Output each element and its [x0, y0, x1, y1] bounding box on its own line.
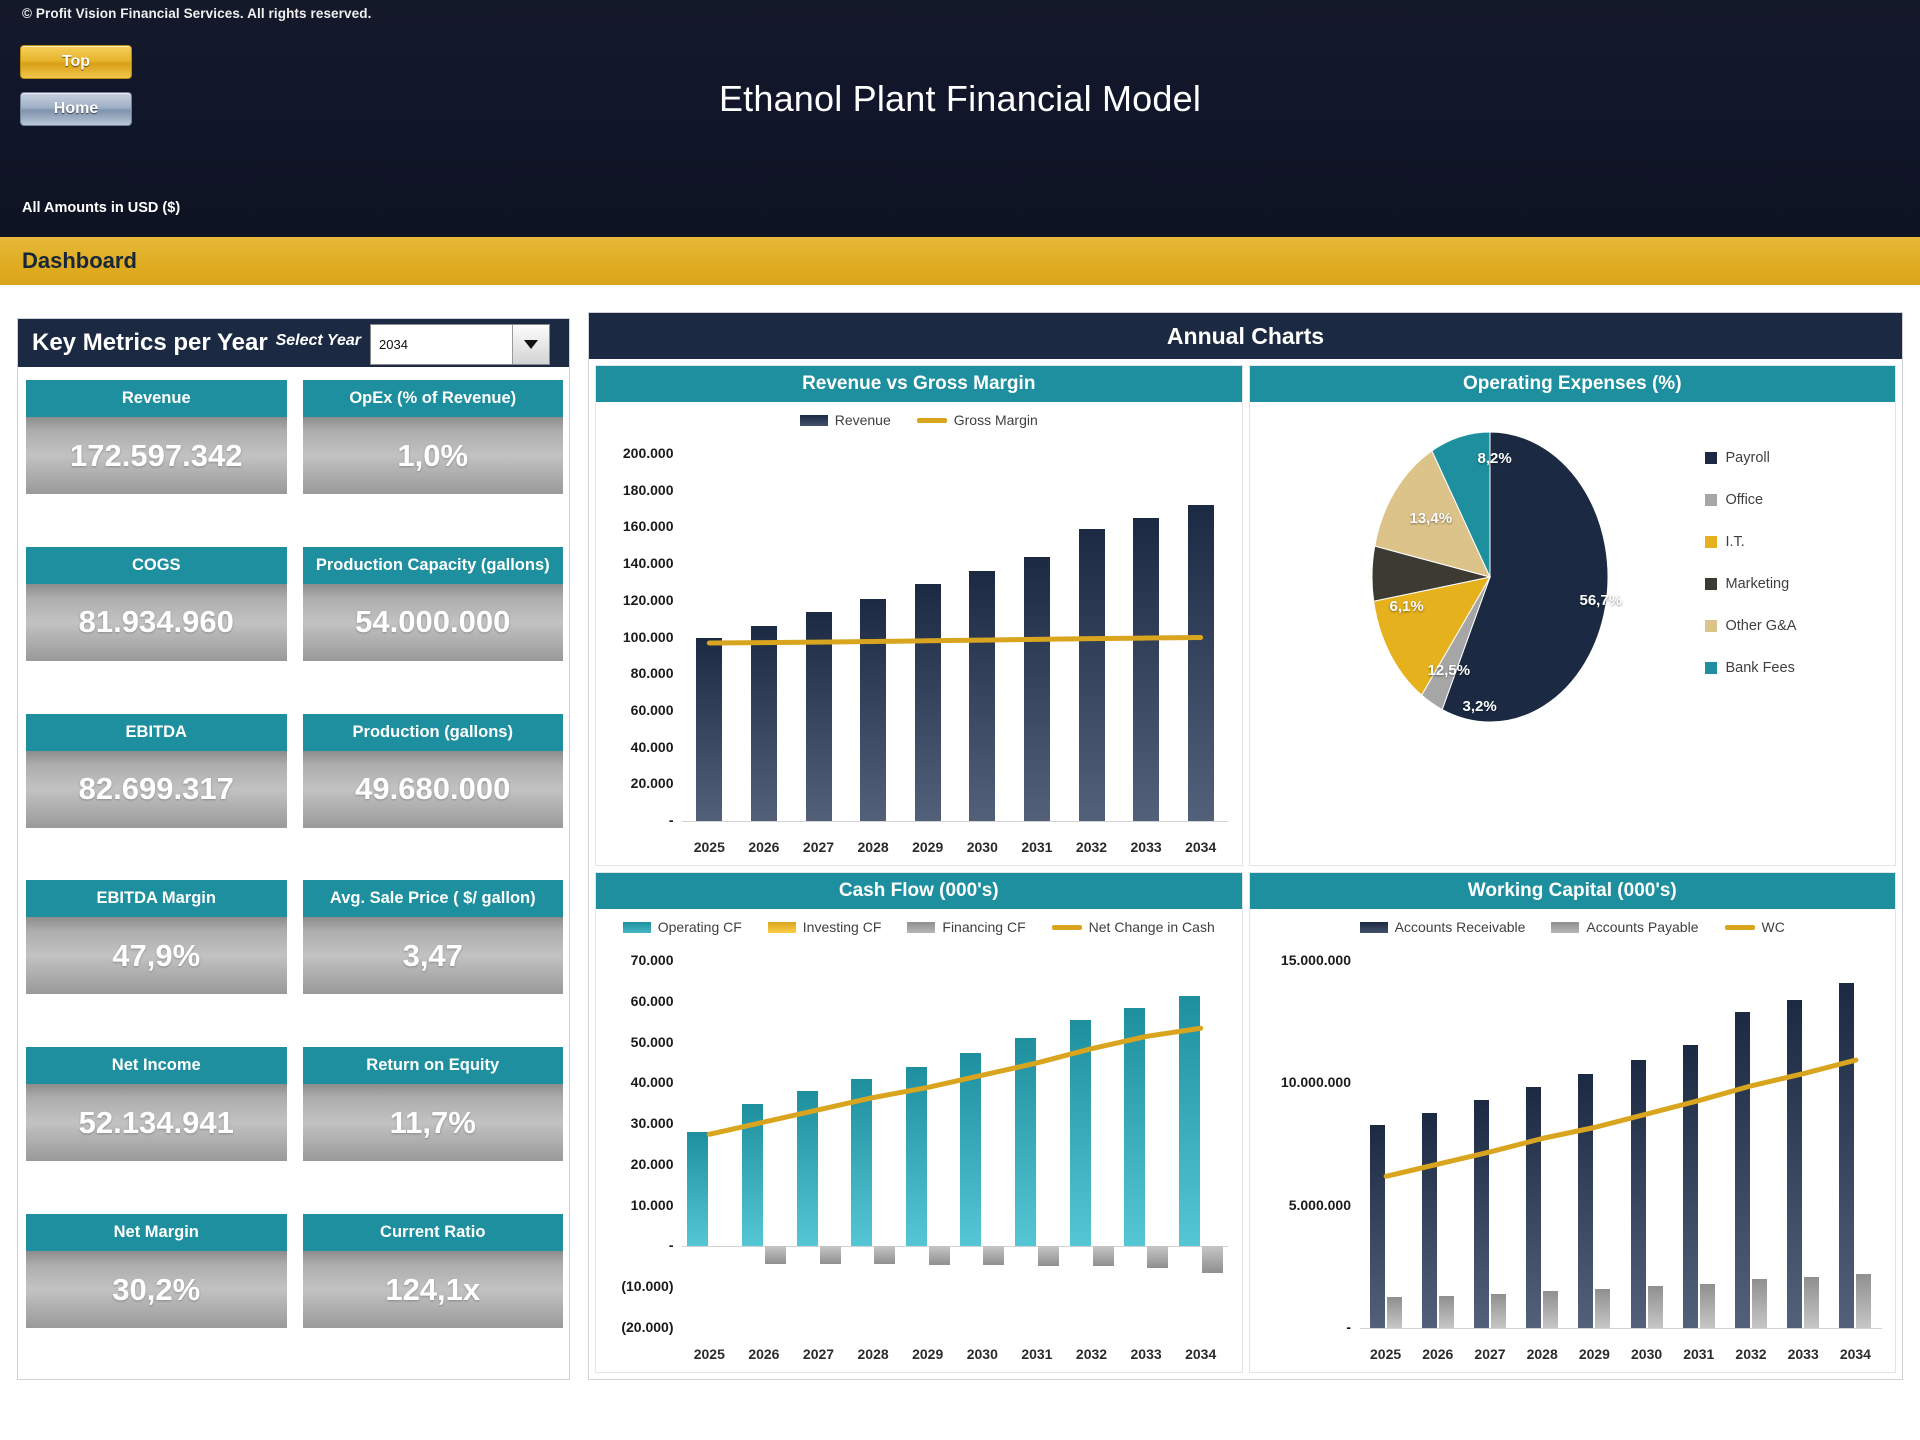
top-button[interactable]: Top [20, 45, 132, 79]
kpi-value: 81.934.960 [26, 583, 287, 661]
select-year-label: Select Year [275, 332, 361, 349]
chart-working-capital: Working Capital (000's) Accounts Receiva… [1248, 872, 1896, 1373]
chart-operating-expenses: Operating Expenses (%) 56,7% 3,2% 12,5% 6,1… [1248, 365, 1896, 866]
legend-label: Marketing [1725, 576, 1790, 592]
legend-label: Payroll [1725, 450, 1770, 466]
kpi-value: 3,47 [302, 917, 563, 995]
annual-charts-panel: Annual Charts Revenue vs Gross Margin Re… [588, 312, 1903, 1380]
chart-cash-flow: Cash Flow (000's) Operating CF Investing … [595, 872, 1243, 1373]
pie-value-label: 8,2% [1477, 450, 1512, 467]
kpi-value: 30,2% [26, 1251, 287, 1329]
chevron-down-icon[interactable] [512, 325, 549, 364]
app-header: © Profit Vision Financial Services. All … [0, 0, 1920, 237]
charts-grid: Revenue vs Gross Margin Revenue Gross Mar… [589, 359, 1902, 1379]
page-title: Ethanol Plant Financial Model [718, 78, 1202, 119]
legend-item[interactable]: Payroll [1704, 450, 1797, 466]
legend-item[interactable]: Office [1704, 492, 1797, 508]
chart-line-series [706, 635, 1204, 646]
chart-plot-area[interactable]: Revenue Gross Margin 200.000 180.000 160.000… [596, 402, 1242, 865]
legend-label: Office [1725, 492, 1764, 508]
legend-color-swatch [1704, 662, 1717, 674]
kpi-value: 172.597.342 [26, 417, 287, 494]
pie-value-label: 56,7% [1579, 592, 1623, 609]
kpi-card: EBITDA 82.699.317 [26, 706, 287, 873]
kpi-label: Net Margin [26, 1214, 287, 1252]
legend-color-swatch [1704, 620, 1717, 632]
chart-line-series [1383, 1057, 1858, 1179]
kpi-value: 49.680.000 [302, 750, 563, 828]
legend-color-swatch [1704, 494, 1717, 506]
currency-note: All Amounts in USD ($) [22, 200, 181, 216]
kpi-label: Revenue [26, 380, 287, 417]
copyright-text: © Profit Vision Financial Services. All … [22, 6, 372, 21]
key-metrics-grid: Revenue 172.597.342 OpEx (% of Revenue) 1,0… [18, 367, 571, 1381]
pie-value-label: 6,1% [1389, 598, 1424, 615]
legend-label: Bank Fees [1725, 660, 1795, 676]
key-metrics-header: Key Metrics per Year Select Year 2034 [18, 319, 569, 367]
kpi-label: Production (gallons) [302, 713, 563, 751]
kpi-value: 47,9% [26, 917, 287, 995]
pie-value-label: 13,4% [1409, 510, 1453, 527]
kpi-label: EBITDA Margin [26, 880, 287, 918]
kpi-label: Production Capacity (gallons) [302, 546, 563, 584]
dashboard-label: Dashboard [22, 248, 137, 273]
year-select-value: 2034 [379, 337, 408, 352]
key-metrics-panel: Key Metrics per Year Select Year 2034 Re… [17, 318, 570, 1380]
kpi-label: Avg. Sale Price ( $/ gallon) [302, 880, 563, 918]
kpi-value: 52.134.941 [26, 1084, 287, 1162]
kpi-label: COGS [26, 546, 287, 584]
pie-value-label: 3,2% [1462, 698, 1497, 715]
kpi-value: 54.000.000 [302, 583, 563, 661]
kpi-value: 11,7% [302, 1084, 563, 1162]
annual-charts-title: Annual Charts [589, 313, 1902, 359]
kpi-card: Return on Equity 11,7% [302, 1039, 563, 1206]
legend-color-swatch [1704, 452, 1717, 464]
kpi-card: Net Income 52.134.941 [26, 1039, 287, 1206]
kpi-label: Net Income [26, 1047, 287, 1085]
legend-item[interactable]: Bank Fees [1704, 660, 1797, 676]
kpi-value: 1,0% [302, 417, 563, 494]
chart-title: Revenue vs Gross Margin [596, 366, 1242, 402]
kpi-card: Net Margin 30,2% [26, 1206, 287, 1373]
kpi-card: Production Capacity (gallons) 54.000.000 [302, 539, 563, 706]
kpi-card: Production (gallons) 49.680.000 [302, 706, 563, 873]
dashboard-title-bar: Dashboard [0, 237, 1920, 285]
kpi-value: 82.699.317 [26, 750, 287, 828]
kpi-label: OpEx (% of Revenue) [302, 380, 563, 417]
pie-value-label: 12,5% [1427, 662, 1471, 679]
chart-line-series [706, 1025, 1204, 1137]
kpi-card: COGS 81.934.960 [26, 539, 287, 706]
kpi-label: Current Ratio [302, 1214, 563, 1252]
key-metrics-title: Key Metrics per Year [32, 329, 268, 356]
legend-color-swatch [1704, 578, 1717, 590]
kpi-card: Current Ratio 124,1x [302, 1206, 563, 1373]
legend-label: I.T. [1725, 534, 1745, 550]
chart-title: Cash Flow (000's) [596, 873, 1242, 909]
legend-color-swatch [1704, 536, 1717, 548]
legend-item[interactable]: Marketing [1704, 576, 1797, 592]
pie-chart[interactable] [1250, 402, 1896, 865]
chart-plot-area[interactable]: Operating CF Investing CF Financing CF Net … [596, 909, 1242, 1372]
kpi-card: Avg. Sale Price ( $/ gallon) 3,47 [302, 872, 563, 1039]
chart-revenue-vs-gross-margin: Revenue vs Gross Margin Revenue Gross Mar… [595, 365, 1243, 866]
legend-label: Other G&A [1725, 618, 1797, 634]
chart-plot-area[interactable]: 56,7% 3,2% 12,5% 6,1% 13,4% 8,2% Payroll Office… [1249, 402, 1896, 865]
chart-title: Working Capital (000's) [1249, 873, 1895, 909]
kpi-value: 124,1x [302, 1251, 563, 1329]
kpi-label: Return on Equity [302, 1047, 563, 1085]
kpi-card: Revenue 172.597.342 [26, 372, 287, 539]
kpi-card: OpEx (% of Revenue) 1,0% [302, 372, 563, 539]
year-select-dropdown[interactable]: 2034 [370, 324, 550, 365]
chart-plot-area[interactable]: Accounts Receivable Accounts Payable WC 15.… [1249, 909, 1895, 1372]
chart-title: Operating Expenses (%) [1249, 366, 1895, 402]
legend-item[interactable]: I.T. [1704, 534, 1797, 550]
kpi-card: EBITDA Margin 47,9% [26, 872, 287, 1039]
kpi-label: EBITDA [26, 713, 287, 751]
legend-item[interactable]: Other G&A [1704, 618, 1797, 634]
pie-legend: Payroll Office I.T. Marketing Other G&A Bank … [1704, 450, 1797, 702]
